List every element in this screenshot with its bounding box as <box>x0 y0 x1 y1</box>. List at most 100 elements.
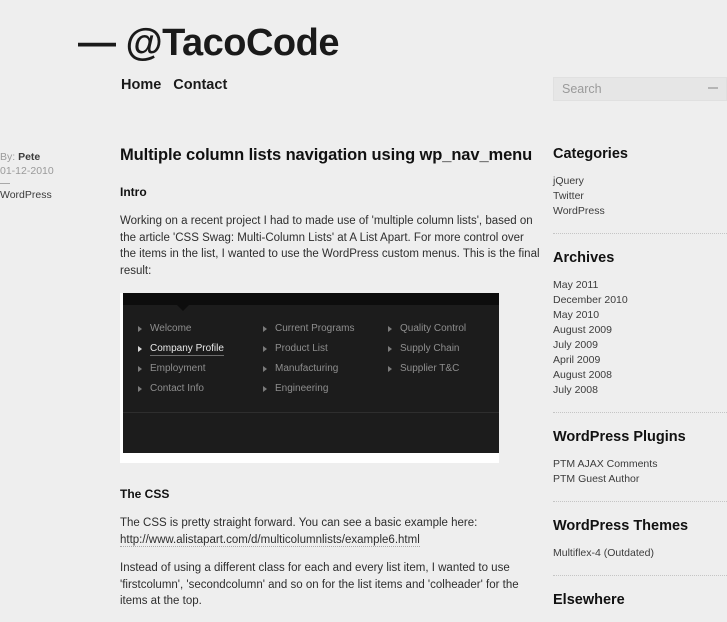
search-input[interactable] <box>554 78 704 100</box>
post-author-prefix: By: <box>0 151 16 163</box>
demo-menu-item-label: Engineering <box>275 383 329 394</box>
sidebar: Categories jQuery Twitter WordPress Arch… <box>553 146 727 620</box>
sidebar-link-jquery[interactable]: jQuery <box>553 175 584 187</box>
post-author: By: Pete <box>0 150 110 164</box>
demo-menu-item-label: Product List <box>275 343 328 354</box>
list-item[interactable]: PTM Guest Author <box>553 472 727 487</box>
sidebar-link-wordpress[interactable]: WordPress <box>553 205 605 217</box>
sidebar-section-categories: Categories jQuery Twitter WordPress <box>553 146 727 219</box>
sidebar-link-twitter[interactable]: Twitter <box>553 190 584 202</box>
list-item[interactable]: PTM AJAX Comments <box>553 457 727 472</box>
list-item[interactable]: April 2009 <box>553 353 727 368</box>
main-navigation: Home Contact <box>121 77 239 93</box>
nav-item-contact[interactable]: Contact <box>173 77 227 93</box>
arrow-right-icon <box>388 366 392 372</box>
site-header: — @TacoCode Home Contact <box>0 0 727 140</box>
plugin-link-ajax-comments[interactable]: PTM AJAX Comments <box>553 458 657 470</box>
sidebar-section-themes: WordPress Themes Multiflex-4 (Outdated) <box>553 518 727 561</box>
demo-menu-item-label: Welcome <box>150 323 192 334</box>
list-item[interactable]: Multiflex-4 (Outdated) <box>553 546 727 561</box>
section-heading-intro: Intro <box>120 185 147 199</box>
arrow-right-icon <box>388 346 392 352</box>
demo-menu-item-label: Supply Chain <box>400 343 460 354</box>
sidebar-heading-archives: Archives <box>553 250 615 266</box>
arrow-right-icon <box>263 386 267 392</box>
demo-menu-item-label: Contact Info <box>150 383 204 394</box>
nav-item-home[interactable]: Home <box>121 77 161 93</box>
archive-link[interactable]: July 2009 <box>553 339 598 351</box>
list-item[interactable]: July 2008 <box>553 383 727 398</box>
sidebar-section-archives: Archives May 2011 December 2010 May 2010… <box>553 250 727 398</box>
sidebar-divider <box>553 575 727 576</box>
sidebar-divider <box>553 412 727 413</box>
sidebar-heading-categories: Categories <box>553 146 628 162</box>
demo-menu-item-label: Company Profile <box>150 343 224 356</box>
arrow-right-icon <box>388 326 392 332</box>
demo-menu-item[interactable]: Welcome <box>138 319 248 339</box>
demo-menu-item-label: Employment <box>150 363 206 374</box>
sidebar-list-categories: jQuery Twitter WordPress <box>553 174 727 219</box>
arrow-right-icon <box>263 326 267 332</box>
sidebar-section-plugins: WordPress Plugins PTM AJAX Comments PTM … <box>553 429 727 487</box>
post-category[interactable]: WordPress <box>0 188 110 202</box>
meta-divider <box>0 183 10 184</box>
plugin-link-guest-author[interactable]: PTM Guest Author <box>553 473 639 485</box>
list-item[interactable]: August 2008 <box>553 368 727 383</box>
css-paragraph-2: Instead of using a different class for e… <box>120 562 519 607</box>
list-item[interactable]: WordPress <box>553 204 727 219</box>
list-item[interactable]: May 2010 <box>553 308 727 323</box>
archive-link[interactable]: August 2009 <box>553 324 612 336</box>
css-paragraph-1: The CSS is pretty straight forward. You … <box>120 515 540 548</box>
demo-menu-item[interactable]: Contact Info <box>138 379 248 399</box>
demo-footer <box>123 413 499 453</box>
demo-topbar <box>123 293 499 305</box>
demo-menu-item[interactable]: Supply Chain <box>388 339 498 359</box>
post-meta: By: Pete 01-12-2010 WordPress <box>0 150 110 202</box>
list-item[interactable]: jQuery <box>553 174 727 189</box>
demo-menu-item[interactable]: Product List <box>263 339 373 359</box>
search-box[interactable] <box>553 77 727 101</box>
theme-link-multiflex[interactable]: Multiflex-4 (Outdated) <box>553 547 654 559</box>
demo-menu-item[interactable]: Employment <box>138 359 248 379</box>
arrow-right-icon <box>263 346 267 352</box>
arrow-right-icon <box>138 366 142 372</box>
arrow-right-icon <box>138 386 142 392</box>
archive-link[interactable]: May 2010 <box>553 309 599 321</box>
post-date: 01-12-2010 <box>0 165 54 177</box>
demo-screenshot: Welcome Company Profile Employment Conta… <box>120 293 499 463</box>
archive-link[interactable]: April 2009 <box>553 354 600 366</box>
demo-menu-item-label: Manufacturing <box>275 363 339 374</box>
title-dash: — <box>78 22 116 64</box>
list-item[interactable]: December 2010 <box>553 293 727 308</box>
demo-column-1: Welcome Company Profile Employment Conta… <box>123 319 248 399</box>
archive-link[interactable]: July 2008 <box>553 384 598 396</box>
demo-menu-item-label: Current Programs <box>275 323 355 334</box>
demo-menu-item[interactable]: Engineering <box>263 379 373 399</box>
demo-menu-item[interactable]: Current Programs <box>263 319 373 339</box>
archive-link[interactable]: May 2011 <box>553 279 598 291</box>
sidebar-list-themes: Multiflex-4 (Outdated) <box>553 546 727 561</box>
arrow-right-icon <box>138 326 142 332</box>
list-item[interactable]: Twitter <box>553 189 727 204</box>
demo-menu-item-label: Supplier T&C <box>400 363 460 374</box>
section-heading-css: The CSS <box>120 487 170 501</box>
search-icon[interactable] <box>708 87 718 89</box>
post-author-name[interactable]: Pete <box>18 151 40 163</box>
archive-link[interactable]: August 2008 <box>553 369 612 381</box>
demo-menu-item[interactable]: Supplier T&C <box>388 359 498 379</box>
title-text: @TacoCode <box>125 22 340 64</box>
sidebar-heading-themes: WordPress Themes <box>553 518 689 534</box>
demo-menu-item[interactable]: Quality Control <box>388 319 498 339</box>
list-item[interactable]: August 2009 <box>553 323 727 338</box>
sidebar-heading-elsewhere: Elsewhere <box>553 592 625 608</box>
demo-menu-item[interactable]: Manufacturing <box>263 359 373 379</box>
demo-column-2: Current Programs Product List Manufactur… <box>248 319 373 399</box>
demo-pointer-notch-icon <box>177 305 189 311</box>
archive-link[interactable]: December 2010 <box>553 294 628 306</box>
list-item[interactable]: May 2011 <box>553 278 727 293</box>
sidebar-list-plugins: PTM AJAX Comments PTM Guest Author <box>553 457 727 487</box>
demo-menu-item-active[interactable]: Company Profile <box>138 339 248 359</box>
list-item[interactable]: July 2009 <box>553 338 727 353</box>
demo-column-3: Quality Control Supply Chain Supplier T&… <box>373 319 498 399</box>
sidebar-section-elsewhere: Elsewhere <box>553 592 727 608</box>
